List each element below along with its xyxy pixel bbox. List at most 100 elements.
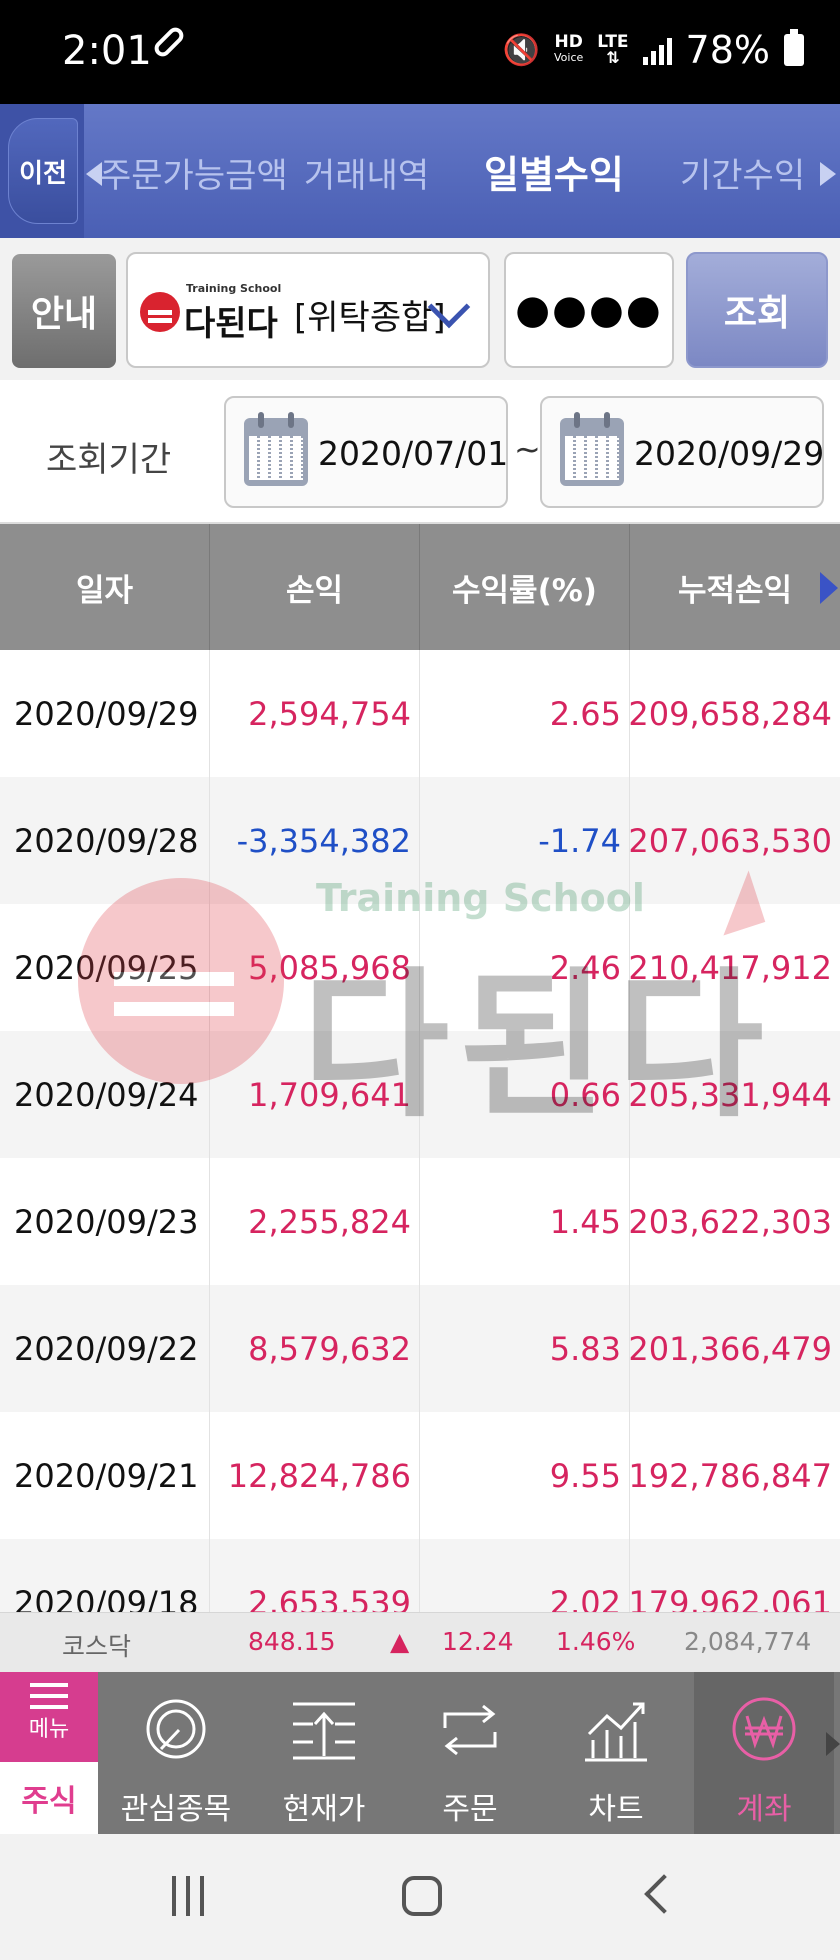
- row-return-rate: 0.66: [420, 1031, 630, 1158]
- ticker-change: 12.24: [442, 1627, 514, 1656]
- menu-item-account[interactable]: 계좌: [694, 1672, 834, 1834]
- table-row[interactable]: 2020/09/22 8,579,632 5.83 201,366,479: [0, 1285, 840, 1412]
- period-separator: ~: [514, 430, 541, 468]
- ticker-percent: 1.46%: [556, 1627, 636, 1656]
- row-date: 2020/09/24: [0, 1031, 210, 1158]
- period-row: 조회기간 2020/07/01 ~ 2020/09/29: [0, 380, 840, 524]
- recent-apps-icon[interactable]: [168, 1876, 208, 1916]
- current-price-icon: [293, 1702, 355, 1760]
- signal-icon: [642, 35, 672, 65]
- row-profit-loss: 8,579,632: [210, 1285, 420, 1412]
- row-cumulative: 205,331,944: [628, 1075, 832, 1114]
- bottom-menu: 메뉴 주식 관심종목 현재가 주문 차트 계좌: [0, 1672, 840, 1834]
- row-return-rate: 5.83: [420, 1285, 630, 1412]
- menu-button[interactable]: 메뉴: [0, 1672, 98, 1762]
- row-profit-loss: 2,255,824: [210, 1158, 420, 1285]
- row-cumulative: 203,622,303: [628, 1202, 832, 1241]
- row-profit-loss: 2,594,754: [210, 650, 420, 777]
- row-date: 2020/09/25: [0, 904, 210, 1031]
- system-navigation: [0, 1834, 840, 1960]
- stock-button[interactable]: 주식: [0, 1762, 98, 1834]
- daily-profit-table[interactable]: 2020/09/29 2,594,754 2.65 209,658,284 2020/0…: [0, 650, 840, 1612]
- menu-next-arrow-icon[interactable]: [826, 1732, 840, 1756]
- row-cumulative: 201,366,479: [628, 1329, 832, 1368]
- brand-logo: Training School 다된다: [138, 282, 281, 344]
- status-time: 2:01: [62, 28, 152, 74]
- ticker-name: 코스닥: [62, 1632, 132, 1661]
- ticker-volume: 2,084,774: [684, 1627, 812, 1656]
- row-return-rate: 9.55: [420, 1412, 630, 1539]
- calendar-icon: [560, 412, 624, 486]
- row-cumulative: 192,786,847: [628, 1456, 832, 1495]
- header-cumulative: 누적손익: [677, 572, 793, 609]
- table-row[interactable]: 2020/09/28 -3,354,382 -1.74 207,063,530: [0, 777, 840, 904]
- row-profit-loss: 1,709,641: [210, 1031, 420, 1158]
- tab-bar: 이전 주문가능금액 거래내역 일별수익 기간수익: [0, 104, 840, 238]
- lte-icon: LTE ⇅: [597, 32, 629, 67]
- menu-item-chart[interactable]: 차트: [546, 1672, 686, 1834]
- start-date: 2020/07/01: [318, 434, 509, 473]
- table-header: 일자 손익 수익률(%) 누적손익: [0, 524, 840, 650]
- chart-icon: [585, 1702, 647, 1762]
- won-account-icon: [732, 1697, 796, 1761]
- row-profit-loss: 2,653,539: [210, 1539, 420, 1612]
- row-profit-loss: 5,085,968: [210, 904, 420, 1031]
- header-pl: 손익: [210, 524, 420, 650]
- index-ticker[interactable]: 코스닥 848.15 ▲ 12.24 1.46% 2,084,774: [0, 1612, 840, 1672]
- table-row[interactable]: 2020/09/18 2,653,539 2.02 179,962,061: [0, 1539, 840, 1612]
- status-icons: 🔇 HD Voice LTE ⇅ 78%: [503, 28, 804, 72]
- row-cumulative: 209,658,284: [628, 694, 832, 733]
- menu-item-order[interactable]: 주문: [400, 1672, 540, 1834]
- hd-voice-icon: HD Voice: [554, 32, 584, 65]
- header-rate: 수익률(%): [420, 524, 630, 650]
- row-return-rate: 2.65: [420, 650, 630, 777]
- row-profit-loss: 12,824,786: [210, 1412, 420, 1539]
- end-date-picker[interactable]: 2020/09/29: [540, 396, 824, 508]
- row-date: 2020/09/21: [0, 1412, 210, 1539]
- row-cumulative: 207,063,530: [628, 821, 832, 860]
- home-icon[interactable]: [402, 1876, 442, 1916]
- back-icon[interactable]: [644, 1874, 684, 1914]
- more-columns-arrow-icon[interactable]: [820, 572, 838, 604]
- account-select[interactable]: Training School 다된다 [위탁종합]: [126, 252, 490, 368]
- row-date: 2020/09/29: [0, 650, 210, 777]
- row-date: 2020/09/18: [0, 1539, 210, 1612]
- menu-item-watchlist[interactable]: 관심종목: [106, 1672, 246, 1834]
- mute-icon: 🔇: [502, 32, 541, 68]
- table-row[interactable]: 2020/09/29 2,594,754 2.65 209,658,284: [0, 650, 840, 777]
- order-icon: [443, 1704, 497, 1756]
- period-label: 조회기간: [46, 440, 172, 480]
- table-row[interactable]: 2020/09/21 12,824,786 9.55 192,786,847: [0, 1412, 840, 1539]
- up-arrow-icon: ▲: [390, 1627, 410, 1656]
- row-return-rate: 1.45: [420, 1158, 630, 1285]
- row-cumulative: 210,417,912: [628, 948, 832, 987]
- row-return-rate: 2.02: [420, 1539, 630, 1612]
- password-field[interactable]: ●●●●: [504, 252, 674, 368]
- start-date-picker[interactable]: 2020/07/01: [224, 396, 508, 508]
- prev-button[interactable]: 이전: [8, 118, 78, 224]
- tab-transactions[interactable]: 거래내역: [304, 148, 429, 197]
- info-button[interactable]: 안내: [12, 254, 116, 368]
- row-date: 2020/09/22: [0, 1285, 210, 1412]
- row-profit-loss: -3,354,382: [210, 777, 420, 904]
- header-date: 일자: [0, 524, 210, 650]
- query-button[interactable]: 조회: [686, 252, 828, 368]
- row-return-rate: -1.74: [420, 777, 630, 904]
- menu-item-current-price[interactable]: 현재가: [254, 1672, 394, 1834]
- row-date: 2020/09/23: [0, 1158, 210, 1285]
- row-return-rate: 2.46: [420, 904, 630, 1031]
- account-row: 안내 Training School 다된다 [위탁종합] ●●●● 조회: [0, 238, 840, 380]
- tab-period-profit[interactable]: 기간수익: [680, 148, 805, 197]
- table-row[interactable]: 2020/09/23 2,255,824 1.45 203,622,303: [0, 1158, 840, 1285]
- table-row[interactable]: 2020/09/25 5,085,968 2.46 210,417,912: [0, 904, 840, 1031]
- hamburger-icon: [30, 1683, 68, 1687]
- watchlist-icon: [146, 1699, 206, 1759]
- tab-available-amount[interactable]: 주문가능금액: [100, 148, 288, 197]
- account-type: [위탁종합]: [294, 298, 446, 338]
- battery-percent: 78%: [685, 28, 770, 72]
- pill-icon: [151, 24, 187, 60]
- battery-icon: [784, 29, 804, 66]
- arrow-right-icon[interactable]: [820, 162, 836, 186]
- table-row[interactable]: 2020/09/24 1,709,641 0.66 205,331,944: [0, 1031, 840, 1158]
- tab-daily-profit[interactable]: 일별수익: [484, 144, 624, 199]
